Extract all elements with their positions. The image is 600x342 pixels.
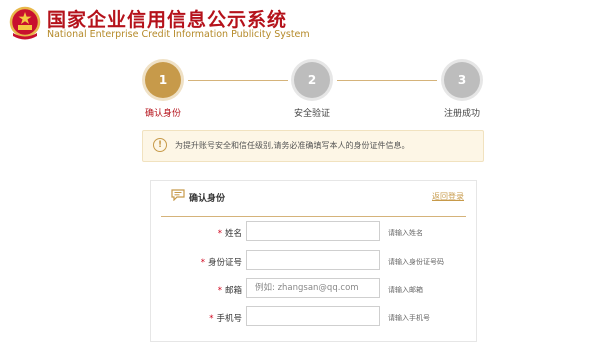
email-input[interactable] — [246, 278, 380, 298]
site-subtitle: National Enterprise Credit Information P… — [47, 29, 310, 40]
national-emblem-icon — [9, 6, 41, 40]
step-2-circle: 2 — [294, 62, 330, 98]
step-2-label: 安全验证 — [294, 109, 331, 119]
step-3-number: 3 — [457, 73, 467, 87]
phone-input[interactable] — [246, 306, 380, 326]
phone-label: * 手机号 — [209, 314, 242, 324]
site-title: 国家企业信用信息公示系统 — [47, 9, 288, 31]
exclamation-icon: ! — [153, 138, 167, 152]
step-3-label: 注册成功 — [444, 109, 481, 119]
id-number-hint: 请输入身份证号码 — [388, 258, 444, 266]
name-input[interactable] — [246, 221, 380, 241]
notice-banner: ! 为提升账号安全和信任级别,请务必准确填写本人的身份证件信息。 — [142, 130, 484, 162]
back-to-login-link[interactable]: 返回登录 — [432, 191, 464, 202]
id-number-label: * 身份证号 — [200, 258, 242, 268]
notice-text: 为提升账号安全和信任级别,请务必准确填写本人的身份证件信息。 — [175, 141, 410, 150]
step-2-number: 2 — [307, 73, 317, 87]
phone-hint: 请输入手机号 — [388, 314, 430, 322]
step-1-number: 1 — [158, 73, 168, 87]
chat-bubble-icon — [171, 189, 185, 201]
step-1-label: 确认身份 — [145, 109, 182, 119]
email-hint: 请输入邮箱 — [388, 286, 423, 294]
card-title: 确认身份 — [189, 194, 226, 204]
site-header: 国家企业信用信息公示系统 National Enterprise Credit … — [0, 0, 600, 48]
id-number-input[interactable] — [246, 250, 380, 270]
step-connector-2 — [337, 80, 437, 81]
name-label: * 姓名 — [217, 229, 242, 239]
card-header-divider — [161, 216, 466, 217]
step-connector-1 — [188, 80, 288, 81]
card-header: 确认身份 返回登录 — [151, 181, 476, 213]
name-hint: 请输入姓名 — [388, 229, 423, 237]
step-3-circle: 3 — [444, 62, 480, 98]
email-label: * 邮箱 — [217, 286, 242, 296]
step-1-circle: 1 — [145, 62, 181, 98]
